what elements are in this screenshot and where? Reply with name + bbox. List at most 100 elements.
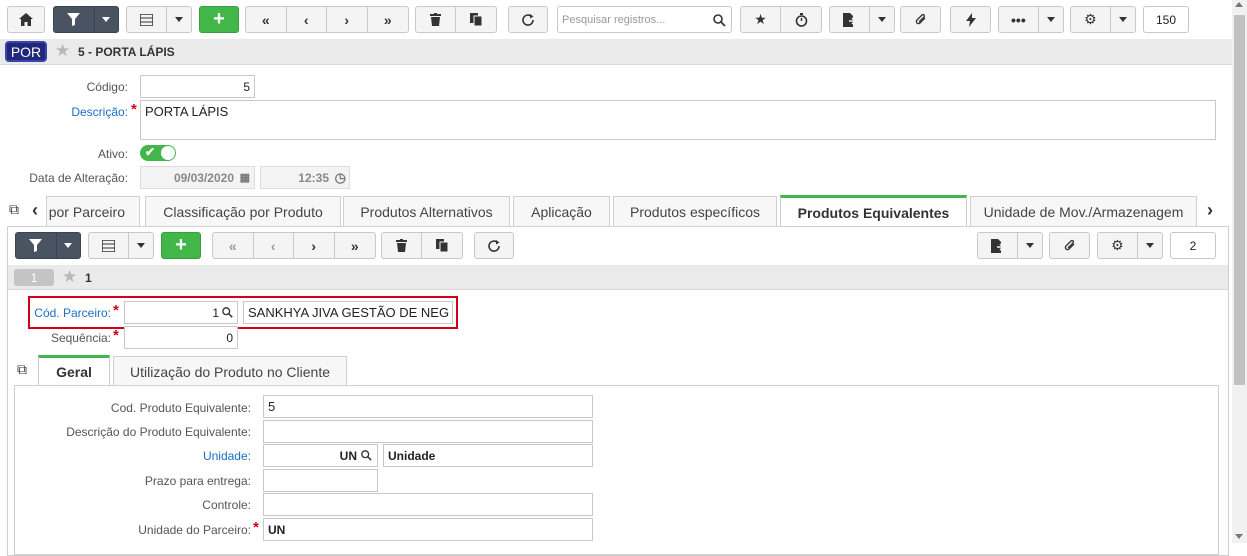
- sub-grid-view-button[interactable]: [89, 233, 129, 258]
- required-marker: *: [113, 302, 119, 319]
- timer-button[interactable]: [781, 7, 821, 32]
- tab-produtos-especificos[interactable]: Produtos específicos: [613, 196, 777, 227]
- sub-reports-dropdown-button[interactable]: [1018, 233, 1042, 258]
- search-icon[interactable]: [713, 14, 726, 27]
- view-dropdown-button[interactable]: [167, 7, 191, 32]
- sub-reports-button-group[interactable]: [977, 232, 1043, 259]
- sub-reports-button[interactable]: [978, 233, 1018, 258]
- sub-delete-button[interactable]: [382, 233, 423, 258]
- ativo-toggle[interactable]: ✔: [140, 145, 176, 161]
- sub-attach-button[interactable]: [1049, 232, 1090, 259]
- tabs-scroll-left-icon[interactable]: ‹: [32, 200, 38, 221]
- copy-tabs-icon[interactable]: ⧉: [9, 201, 19, 218]
- document-export-icon: [991, 238, 1004, 253]
- cod-parceiro-label[interactable]: Cód. Parceiro:: [20, 306, 111, 320]
- sub-settings-dropdown-button[interactable]: [1138, 233, 1162, 258]
- tab-label: Geral: [56, 364, 92, 380]
- grid-view-button[interactable]: [127, 7, 167, 32]
- refresh-button[interactable]: [508, 6, 548, 33]
- delete-button[interactable]: [416, 7, 457, 32]
- duplicate-button[interactable]: [456, 7, 496, 32]
- search-input[interactable]: Pesquisar registros...: [557, 6, 732, 33]
- tab-geral[interactable]: Geral: [38, 355, 110, 386]
- sub-view-button-group[interactable]: [88, 232, 154, 259]
- tab-produtos-equivalentes[interactable]: Produtos Equivalentes: [780, 195, 967, 227]
- reports-button-group[interactable]: [829, 6, 895, 33]
- sub-filter-button-group[interactable]: [15, 232, 81, 259]
- sub-navigation-button-group[interactable]: « ‹ › »: [212, 232, 376, 259]
- sub-favorite-star-icon[interactable]: ★: [62, 267, 77, 287]
- more-dropdown-button[interactable]: [1039, 7, 1063, 32]
- reports-dropdown-button[interactable]: [870, 7, 894, 32]
- cod-parceiro-field[interactable]: 1: [124, 301, 238, 324]
- scrollbar-thumb[interactable]: [1234, 15, 1245, 385]
- unidade-parceiro-value: UN: [268, 522, 286, 537]
- scroll-up-icon[interactable]: [1235, 2, 1243, 7]
- filter-button[interactable]: [54, 7, 95, 32]
- tabs-scroll-right-icon[interactable]: ›: [1207, 200, 1213, 221]
- chevron-down-icon: [64, 243, 73, 248]
- reports-button[interactable]: [830, 7, 870, 32]
- sub-first-record-button[interactable]: «: [213, 233, 254, 258]
- desc-prod-equiv-field[interactable]: [263, 420, 593, 443]
- sub-next-record-button[interactable]: ›: [294, 233, 335, 258]
- ativo-label: Ativo:: [97, 147, 128, 161]
- record-actions-group[interactable]: [415, 6, 497, 33]
- add-button[interactable]: +: [199, 6, 239, 33]
- sub-filter-button[interactable]: [16, 233, 57, 258]
- unidade-parceiro-field[interactable]: UN: [263, 518, 593, 541]
- unidade-field[interactable]: UN: [263, 444, 378, 467]
- filter-dropdown-button[interactable]: [95, 7, 118, 32]
- controle-field[interactable]: [263, 493, 593, 516]
- sub-record-actions-group[interactable]: [381, 232, 463, 259]
- previous-record-button[interactable]: ‹: [287, 7, 327, 32]
- favorite-button[interactable]: ★: [741, 7, 782, 32]
- more-button[interactable]: •••: [999, 7, 1039, 32]
- next-record-button[interactable]: ›: [327, 7, 368, 32]
- more-button-group[interactable]: •••: [998, 6, 1064, 33]
- view-button-group[interactable]: [126, 6, 192, 33]
- search-icon[interactable]: [361, 450, 372, 461]
- sub-view-dropdown-button[interactable]: [129, 233, 153, 258]
- favorites-timer-group[interactable]: ★: [740, 6, 822, 33]
- record-header: [0, 39, 1232, 65]
- sequencia-field[interactable]: 0: [124, 326, 238, 349]
- settings-button[interactable]: ⚙: [1071, 7, 1111, 32]
- sub-settings-button-group[interactable]: ⚙: [1097, 232, 1163, 259]
- descricao-label[interactable]: Descrição:: [40, 105, 128, 119]
- first-record-button[interactable]: «: [246, 7, 287, 32]
- attach-button[interactable]: [900, 6, 941, 33]
- trash-icon: [430, 13, 441, 26]
- sub-filter-dropdown-button[interactable]: [57, 233, 80, 258]
- navigation-button-group[interactable]: « ‹ › »: [245, 6, 409, 33]
- tab-classificacao-por-produto[interactable]: Classificação por Produto: [145, 196, 341, 227]
- filter-button-group[interactable]: [53, 6, 119, 33]
- cod-prod-equiv-field[interactable]: 5: [263, 395, 593, 418]
- unidade-label[interactable]: Unidade:: [40, 449, 251, 463]
- sub-previous-record-button[interactable]: ‹: [254, 233, 294, 258]
- tab-unidade-mov-armazenagem[interactable]: Unidade de Mov./Armazenagem: [970, 196, 1197, 227]
- search-icon[interactable]: [222, 307, 233, 318]
- codigo-field[interactable]: 5: [140, 75, 255, 98]
- tab-aplicacao[interactable]: Aplicação: [513, 196, 610, 227]
- copy-inner-tabs-icon[interactable]: ⧉: [17, 361, 27, 378]
- settings-button-group[interactable]: ⚙: [1070, 6, 1136, 33]
- sub-settings-button[interactable]: ⚙: [1098, 233, 1138, 258]
- vertical-scrollbar[interactable]: [1232, 0, 1247, 543]
- sub-last-record-button[interactable]: »: [335, 233, 375, 258]
- tab-por-parceiro[interactable]: por Parceiro: [46, 196, 140, 227]
- actions-button[interactable]: [950, 6, 991, 33]
- tab-produtos-alternativos[interactable]: Produtos Alternativos: [343, 196, 510, 227]
- sub-add-button[interactable]: +: [161, 232, 201, 259]
- descricao-field[interactable]: PORTA LÁPIS: [140, 100, 1216, 140]
- scroll-down-icon[interactable]: [1235, 534, 1243, 539]
- settings-dropdown-button[interactable]: [1111, 7, 1135, 32]
- home-button[interactable]: [7, 6, 45, 33]
- sub-duplicate-button[interactable]: [422, 233, 462, 258]
- last-record-button[interactable]: »: [368, 7, 408, 32]
- prazo-field[interactable]: [263, 469, 378, 492]
- sub-record-badge-text: 1: [30, 270, 38, 285]
- sub-refresh-button[interactable]: [474, 232, 514, 259]
- favorite-star-icon[interactable]: ★: [55, 41, 70, 61]
- tab-utilizacao-produto-cliente[interactable]: Utilização do Produto no Cliente: [113, 356, 347, 386]
